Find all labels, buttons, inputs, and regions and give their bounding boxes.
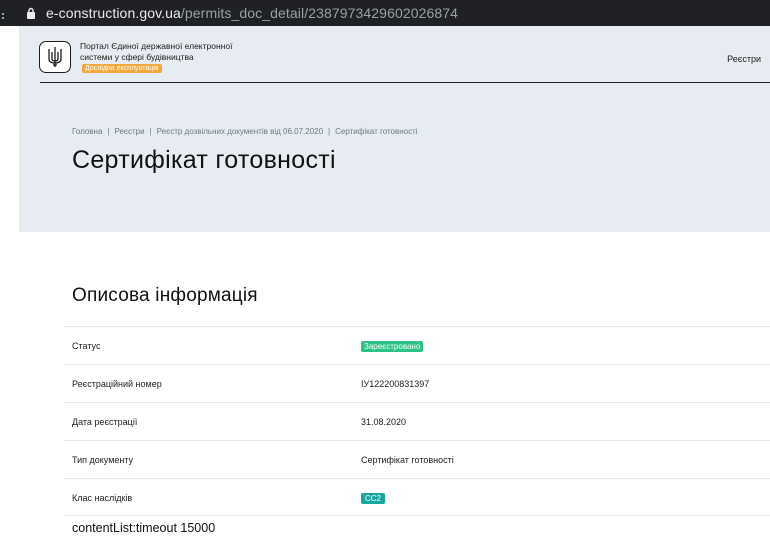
url-text[interactable]: e-construction.gov.ua/permits_doc_detail…	[46, 5, 458, 21]
portal-title-text: Портал Єдиної державної електронної сист…	[80, 41, 233, 62]
info-row-reg-date: Дата реєстрації 31.08.2020	[64, 402, 770, 440]
status-badge: Зареєстровано	[361, 341, 424, 352]
breadcrumb-current: Сертифікат готовності	[335, 127, 418, 136]
breadcrumb-home[interactable]: Головна	[72, 127, 102, 136]
reg-date-label: Дата реєстрації	[72, 417, 138, 427]
class-label: Клас наслідків	[72, 493, 133, 503]
left-margin	[0, 26, 19, 550]
doc-type-label: Тип документу	[72, 455, 134, 465]
section-title: Описова інформація	[72, 285, 258, 306]
info-table: Статус Зареєстровано Реєстраційний номер…	[64, 326, 770, 516]
breadcrumb-separator: |	[107, 127, 110, 136]
reg-number-label: Реєстраційний номер	[72, 379, 162, 389]
info-row-status: Статус Зареєстровано	[64, 326, 770, 364]
page-header: Портал Єдиної державної електронної сист…	[19, 26, 770, 232]
browser-menu-dots[interactable]	[2, 13, 5, 19]
breadcrumb-registries[interactable]: Реєстри	[114, 127, 144, 136]
info-row-class: Клас наслідків СС2	[64, 478, 770, 516]
breadcrumb-permits-registry[interactable]: Реєстр дозвільних документів від 06.07.2…	[157, 127, 323, 136]
nav-registries[interactable]: Реєстри	[727, 54, 761, 64]
beta-badge: Дослідна експлуатація	[82, 64, 162, 73]
info-row-doc-type: Тип документу Сертифікат готовності	[64, 440, 770, 478]
info-row-reg-number: Реєстраційний номер ІУ122200831397	[64, 364, 770, 402]
doc-type-value: Сертифікат готовності	[361, 455, 454, 465]
class-badge: СС2	[361, 493, 386, 504]
debug-text: contentList:timeout 15000	[72, 521, 216, 535]
breadcrumb-separator: |	[149, 127, 152, 136]
browser-url-bar[interactable]: e-construction.gov.ua/permits_doc_detail…	[0, 0, 770, 26]
reg-number-value: ІУ122200831397	[361, 379, 430, 389]
status-label: Статус	[72, 341, 101, 351]
header-divider	[40, 82, 770, 83]
lock-icon	[27, 7, 35, 19]
breadcrumb-separator: |	[328, 127, 331, 136]
page-title: Сертифікат готовності	[72, 146, 336, 174]
reg-date-value: 31.08.2020	[361, 417, 407, 427]
trident-emblem-icon[interactable]	[39, 41, 71, 73]
breadcrumb: Головна | Реєстри | Реєстр дозвільних докуме…	[72, 127, 418, 136]
portal-title[interactable]: Портал Єдиної державної електронної сист…	[80, 41, 250, 74]
url-path: /permits_doc_detail/2387973429602026874	[180, 5, 459, 21]
url-domain: e-construction.gov.ua	[46, 5, 181, 21]
